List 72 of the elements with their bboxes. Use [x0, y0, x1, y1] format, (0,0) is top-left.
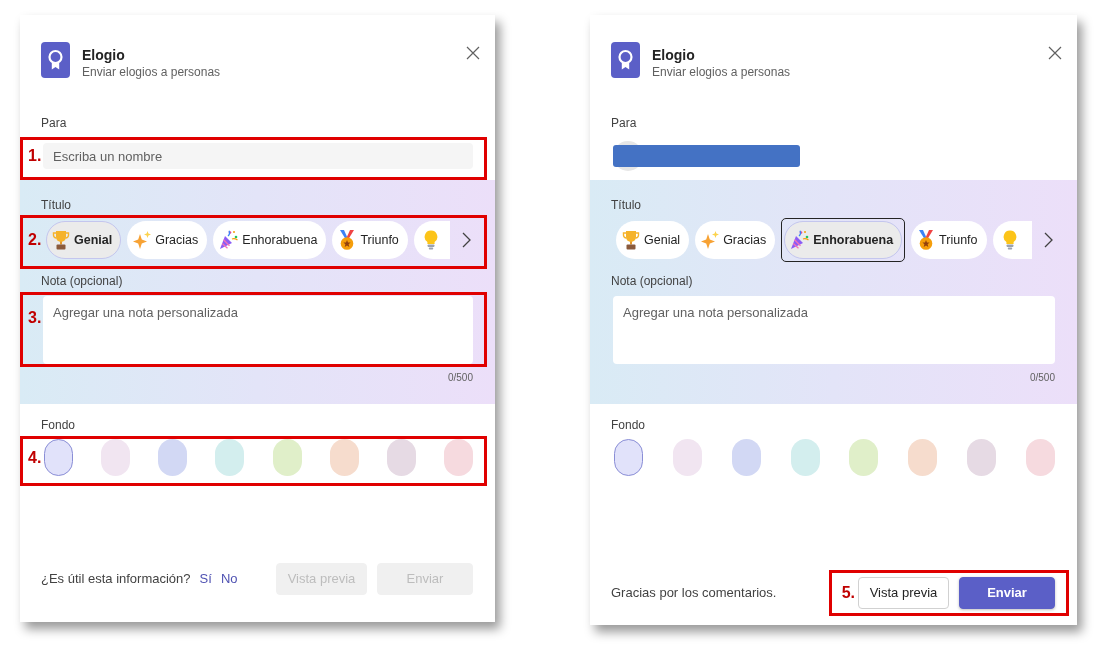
close-button[interactable] — [465, 45, 481, 61]
close-button[interactable] — [1047, 45, 1063, 61]
title-chip[interactable]: Gracias — [695, 221, 776, 259]
trophy-icon — [622, 230, 640, 250]
field-label: Fondo — [611, 418, 646, 432]
medal-icon — [917, 230, 936, 250]
chevron-right-icon — [1043, 232, 1053, 248]
lightbulb-icon — [1002, 230, 1017, 250]
field-label: Título — [611, 198, 641, 212]
background-swatch[interactable] — [790, 439, 820, 476]
sparkles-icon — [701, 230, 720, 250]
title-chip[interactable]: Enhorabuena — [781, 218, 906, 262]
feedback-link[interactable]: Sí — [199, 569, 212, 589]
character-counter: 0/500 — [1029, 372, 1055, 383]
dialog-subtitle: Enviar elogios a personas — [82, 64, 221, 80]
background-swatch[interactable] — [101, 439, 131, 476]
preview-button[interactable]: Vista previa — [858, 577, 949, 609]
background-swatch[interactable] — [386, 439, 416, 476]
annotation-number: 1. — [28, 147, 42, 164]
feedback-thanks-text: Gracias por los comentarios. — [611, 584, 777, 603]
background-swatch[interactable] — [967, 439, 997, 476]
background-swatch[interactable] — [849, 439, 879, 476]
title-chip[interactable]: Triunfo — [911, 221, 987, 259]
field-label: Nota (opcional) — [611, 274, 693, 288]
annotation-number: 2. — [28, 231, 42, 248]
title-chip[interactable]: Triunfo — [332, 221, 408, 259]
note-textarea[interactable]: Agregar una nota personalizada — [613, 296, 1055, 364]
medal-icon — [338, 230, 357, 250]
title-chip[interactable]: Gracias — [127, 221, 208, 259]
background-swatch[interactable] — [731, 439, 761, 476]
send-button[interactable]: Enviar — [959, 577, 1055, 609]
background-swatch[interactable] — [215, 439, 245, 476]
dialog-title: Elogio — [652, 46, 695, 64]
background-swatch[interactable] — [672, 439, 702, 476]
close-icon — [1048, 46, 1062, 60]
background-swatch[interactable] — [444, 439, 473, 476]
trophy-icon — [52, 230, 70, 250]
title-chip[interactable]: Genial — [46, 221, 122, 259]
background-swatch[interactable] — [908, 439, 938, 476]
feedback-link[interactable]: No — [220, 569, 238, 589]
title-chip[interactable] — [413, 221, 450, 259]
dialog-subtitle: Enviar elogios a personas — [652, 64, 791, 80]
lightbulb-icon — [423, 230, 438, 250]
field-label: Fondo — [41, 418, 76, 432]
title-chip[interactable]: Enhorabuena — [213, 221, 327, 259]
note-textarea[interactable]: Agregar una nota personalizada — [43, 296, 473, 364]
background-swatch[interactable] — [44, 439, 73, 476]
field-label: Para — [611, 116, 637, 130]
annotation-number: 5. — [841, 584, 855, 602]
field-label: Título — [41, 198, 71, 212]
title-chip[interactable] — [992, 221, 1032, 259]
chevron-right-icon — [461, 232, 471, 248]
party-popper-icon — [219, 230, 239, 250]
dialog-title: Elogio — [82, 46, 125, 64]
award-icon — [611, 42, 640, 78]
party-popper-icon — [790, 230, 810, 250]
award-icon — [41, 42, 70, 78]
feedback-question: ¿Es útil esta información? — [41, 570, 191, 589]
background-swatch[interactable] — [158, 439, 188, 476]
field-label: Nota (opcional) — [41, 274, 123, 288]
background-swatch[interactable] — [1025, 439, 1055, 476]
name-input[interactable]: Escriba un nombre — [43, 143, 473, 169]
background-swatch[interactable] — [272, 439, 302, 476]
close-icon — [466, 46, 480, 60]
background-swatch[interactable] — [614, 439, 643, 476]
character-counter: 0/500 — [447, 372, 473, 383]
field-label: Para — [41, 116, 67, 130]
sparkles-icon — [133, 230, 152, 250]
annotation-number: 4. — [28, 448, 42, 466]
background-swatch[interactable] — [329, 439, 359, 476]
title-chip[interactable]: Genial — [616, 221, 690, 259]
annotation-number: 3. — [28, 309, 42, 326]
